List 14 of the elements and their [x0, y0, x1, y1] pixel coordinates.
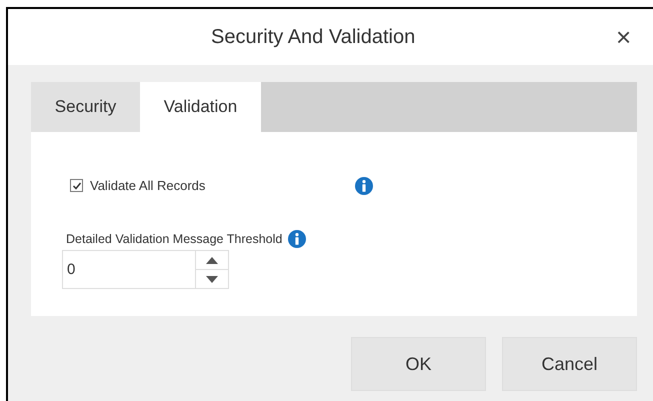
- number-field[interactable]: 0: [62, 250, 229, 290]
- close-button[interactable]: ×: [616, 24, 632, 50]
- window-title: Security And Validation: [211, 25, 416, 50]
- ok-button[interactable]: OK: [351, 337, 486, 391]
- threshold-label: Detailed Validation Message Threshold: [66, 230, 282, 248]
- info-icon[interactable]: [355, 176, 373, 195]
- info-icon[interactable]: [288, 230, 306, 248]
- tab[interactable]: Validation: [140, 82, 261, 132]
- down-triangle-icon: [206, 276, 218, 283]
- checkbox[interactable]: [70, 179, 83, 192]
- cancel-button[interactable]: Cancel: [502, 337, 637, 391]
- up-triangle-icon: [206, 256, 218, 264]
- tab[interactable]: Security: [31, 82, 140, 132]
- checkbox-label: Validate All Records: [90, 177, 206, 195]
